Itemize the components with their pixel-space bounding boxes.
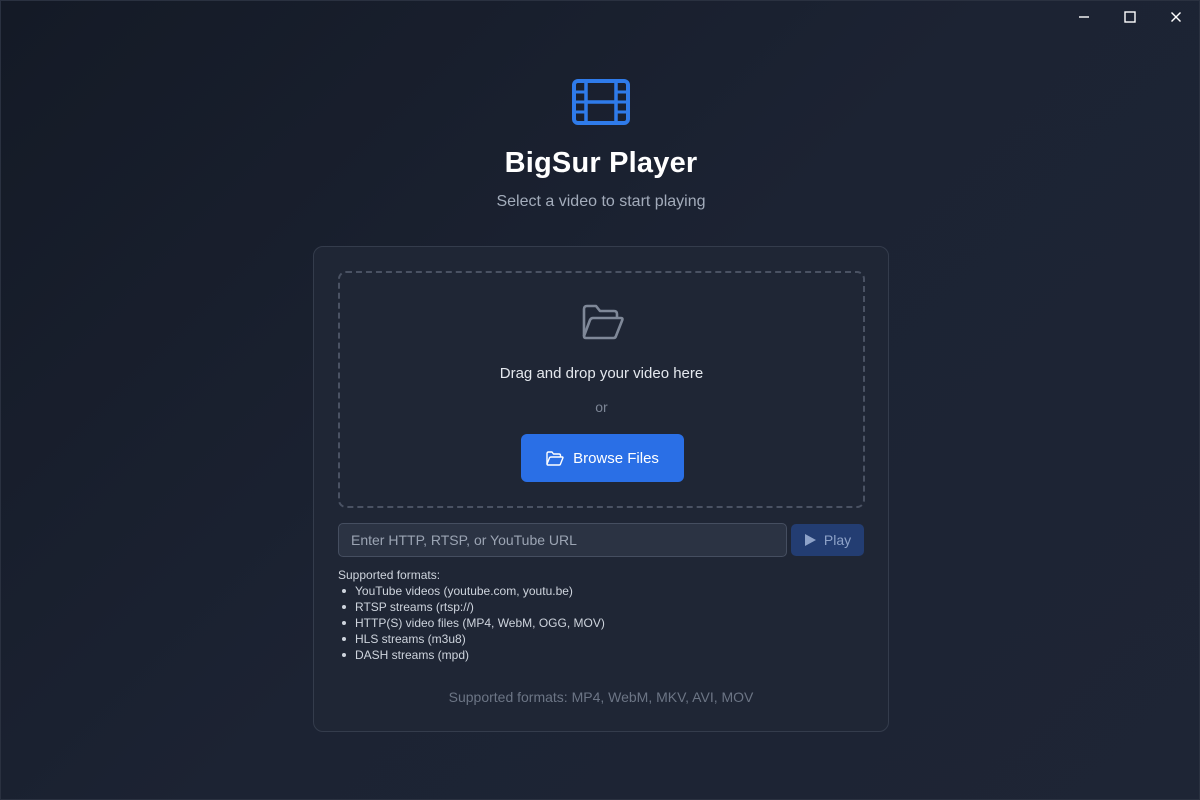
film-icon xyxy=(572,79,630,125)
play-icon xyxy=(804,534,816,546)
list-item: HLS streams (m3u8) xyxy=(342,631,858,647)
window-controls xyxy=(1061,1,1199,33)
supported-sources: Supported formats: YouTube videos (youtu… xyxy=(338,567,858,663)
list-item: HTTP(S) video files (MP4, WebM, OGG, MOV… xyxy=(342,615,858,631)
browse-files-label: Browse Files xyxy=(573,449,659,467)
folder-open-icon xyxy=(582,304,624,340)
supported-list: YouTube videos (youtube.com, youtu.be) R… xyxy=(342,583,858,663)
drop-zone[interactable]: Drag and drop your video here or Browse … xyxy=(338,271,865,508)
supported-heading: Supported formats: xyxy=(338,568,441,582)
list-item: YouTube videos (youtube.com, youtu.be) xyxy=(342,583,858,599)
app-subtitle: Select a video to start playing xyxy=(496,193,706,210)
folder-icon xyxy=(546,450,564,466)
supported-file-formats: Supported formats: MP4, WebM, MKV, AVI, … xyxy=(448,689,754,705)
url-input[interactable] xyxy=(338,523,787,557)
minimize-icon xyxy=(1079,16,1089,18)
close-button[interactable] xyxy=(1153,1,1199,33)
browse-files-button[interactable]: Browse Files xyxy=(521,434,684,482)
play-button[interactable]: Play xyxy=(791,524,864,556)
app-title: BigSur Player xyxy=(504,147,698,179)
maximize-button[interactable] xyxy=(1107,1,1153,33)
list-item: RTSP streams (rtsp://) xyxy=(342,599,858,615)
close-icon xyxy=(1171,12,1181,22)
or-separator: or xyxy=(595,399,608,415)
video-source-card: Drag and drop your video here or Browse … xyxy=(313,246,889,732)
minimize-button[interactable] xyxy=(1061,1,1107,33)
maximize-icon xyxy=(1124,11,1136,23)
list-item: DASH streams (mpd) xyxy=(342,647,858,663)
play-label: Play xyxy=(823,532,852,548)
drop-instructions: Drag and drop your video here xyxy=(499,365,704,382)
app-window: BigSur Player Select a video to start pl… xyxy=(0,0,1200,800)
